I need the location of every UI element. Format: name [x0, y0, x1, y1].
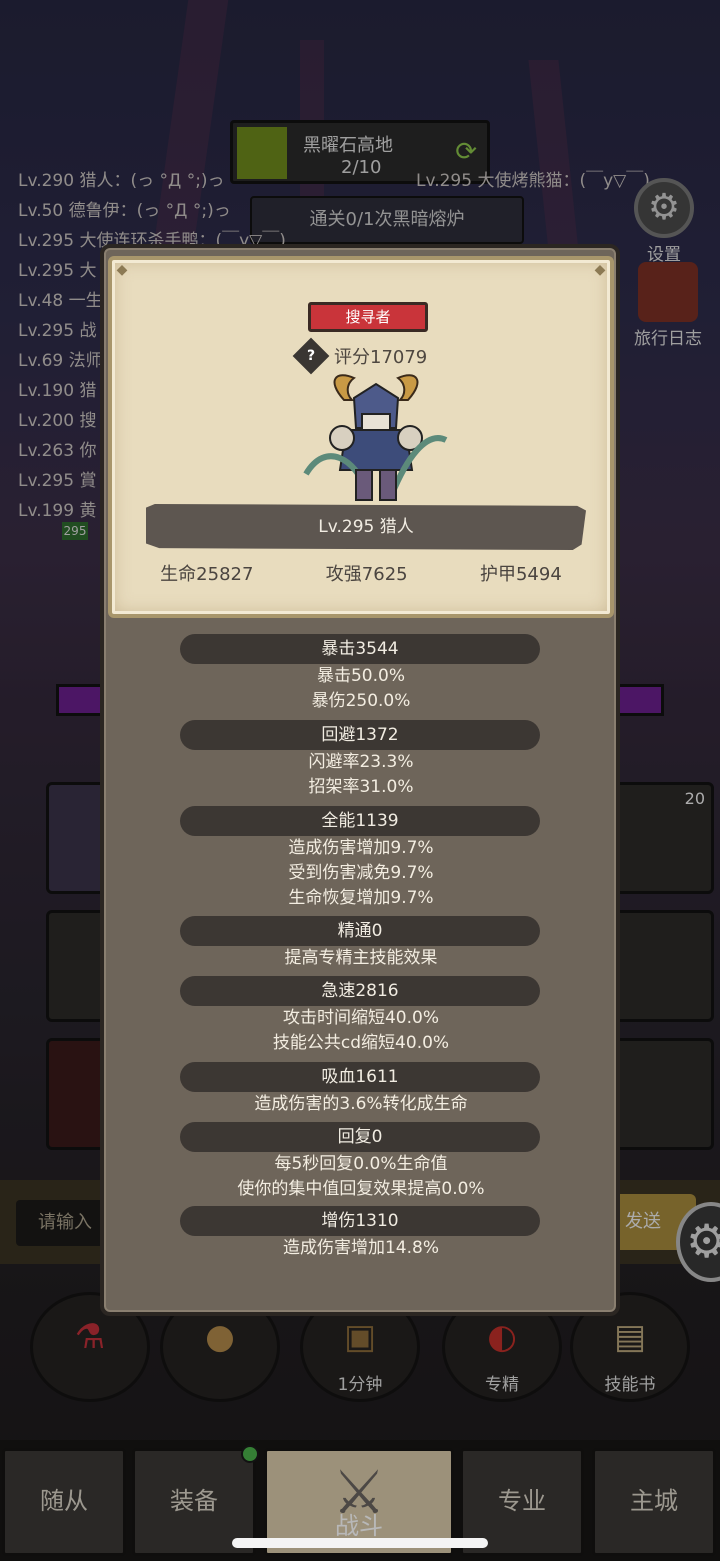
stat-detail: 技能公共cd缩短40.0% — [272, 1033, 450, 1053]
stat-section-header: 回避1372 — [180, 720, 540, 750]
score-row: ? 评分17079 — [292, 337, 428, 375]
corner-ornament: ◆ — [594, 262, 606, 278]
stat-section: 回复0 每5秒回复0.0%生命值使你的集中值回复效果提高0.0% — [180, 1122, 542, 1202]
help-icon[interactable]: ? — [292, 337, 330, 375]
stat-section-header: 暴击3544 — [180, 634, 540, 664]
character-card: ◆ ◆ 搜寻者 ? 评分17079 Lv.295 猎人 生命25827 攻强76… — [108, 256, 614, 618]
stat-section-header: 回复0 — [180, 1122, 540, 1152]
stat-detail: 生命恢复增加9.7% — [288, 888, 434, 908]
stat-section: 暴击3544 暴击50.0% 暴伤250.0% — [180, 634, 542, 714]
stat-section-header: 增伤1310 — [180, 1206, 540, 1236]
stat-detail: 每5秒回复0.0%生命值 — [274, 1154, 448, 1174]
stat-section: 急速2816 攻击时间缩短40.0% 技能公共cd缩短40.0% — [180, 976, 542, 1056]
character-name: Lv.295 猎人 — [146, 504, 586, 550]
stat-detail: 暴击50.0% — [316, 666, 405, 686]
stat-detail: 造成伤害的3.6%转化成生命 — [254, 1094, 468, 1114]
stat-detail: 使你的集中值回复效果提高0.0% — [237, 1179, 485, 1199]
stat-section: 精通0 提高专精主技能效果 — [180, 916, 542, 971]
home-indicator — [232, 1538, 488, 1548]
stat-health: 生命25827 — [160, 564, 254, 585]
stat-armor: 护甲5494 — [479, 564, 562, 585]
stat-section: 增伤1310 造成伤害增加14.8% — [180, 1206, 542, 1261]
stat-detail: 造成伤害增加14.8% — [282, 1238, 439, 1258]
stat-detail: 闪避率23.3% — [308, 752, 414, 772]
primary-stats: 生命25827 攻强7625 护甲5494 — [112, 560, 610, 586]
class-badge: 搜寻者 — [308, 302, 428, 332]
stat-section-header: 全能1139 — [180, 806, 540, 836]
stat-detail: 受到伤害减免9.7% — [288, 863, 434, 883]
stat-section-header: 急速2816 — [180, 976, 540, 1006]
character-stats-modal: ◆ ◆ 搜寻者 ? 评分17079 Lv.295 猎人 生命25827 攻强76… — [100, 244, 620, 1316]
stat-section: 全能1139 造成伤害增加9.7% 受到伤害减免9.7% 生命恢复增加9.7% — [180, 806, 542, 911]
stat-section-header: 吸血1611 — [180, 1062, 540, 1092]
stat-detail: 招架率31.0% — [308, 777, 414, 797]
stat-section-header: 精通0 — [180, 916, 540, 946]
corner-ornament: ◆ — [116, 262, 128, 278]
stat-section: 回避1372 闪避率23.3% 招架率31.0% — [180, 720, 542, 800]
hunter-portrait — [303, 374, 448, 501]
stat-detail: 造成伤害增加9.7% — [288, 838, 434, 858]
stat-detail: 提高专精主技能效果 — [284, 948, 438, 968]
stat-section: 吸血1611 造成伤害的3.6%转化成生命 — [180, 1062, 542, 1117]
stat-detail: 暴伤250.0% — [311, 691, 411, 711]
stat-attack-power: 攻强7625 — [325, 564, 408, 585]
score-value: 评分17079 — [334, 347, 428, 368]
stat-detail: 攻击时间缩短40.0% — [282, 1008, 439, 1028]
